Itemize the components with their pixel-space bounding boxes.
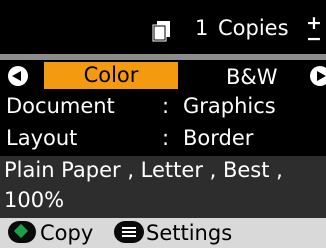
layout-value: Border xyxy=(183,126,254,150)
color-mode-tabs: Color B&W xyxy=(0,60,326,90)
copies-count[interactable]: 1 xyxy=(195,18,208,39)
layout-separator: : xyxy=(162,126,170,150)
paper-settings-line1: Plain Paper , Letter , Best , xyxy=(4,158,283,182)
layout-setting-row[interactable]: Layout : Border xyxy=(0,124,326,154)
left-arrow-icon[interactable] xyxy=(8,66,28,86)
printer-lcd-screen: 1 Copies + − Color B&W Document : Graphi… xyxy=(0,0,326,248)
start-icon[interactable] xyxy=(8,221,36,243)
document-separator: : xyxy=(162,94,170,118)
tab-color[interactable]: Color xyxy=(44,62,178,89)
header-bar: 1 Copies + − xyxy=(0,0,326,54)
document-label: Document xyxy=(6,94,115,118)
right-arrow-icon[interactable] xyxy=(310,66,326,86)
settings-label: Settings xyxy=(146,221,233,245)
tab-bw[interactable]: B&W xyxy=(226,65,278,89)
layout-label: Layout xyxy=(6,126,78,150)
paper-settings-summary: Plain Paper , Letter , Best , 100% xyxy=(0,156,326,218)
copies-label: Copies xyxy=(218,16,289,40)
paper-settings-line2: 100% xyxy=(4,188,65,212)
menu-icon[interactable] xyxy=(114,221,144,243)
document-value: Graphics xyxy=(183,94,276,118)
copy-label: Copy xyxy=(40,221,94,245)
footer-bar: Copy Settings xyxy=(0,218,326,248)
document-setting-row[interactable]: Document : Graphics xyxy=(0,92,326,122)
copies-stepper[interactable]: + − xyxy=(306,14,322,49)
stepper-down[interactable]: − xyxy=(306,30,322,49)
copies-icon xyxy=(152,21,170,42)
